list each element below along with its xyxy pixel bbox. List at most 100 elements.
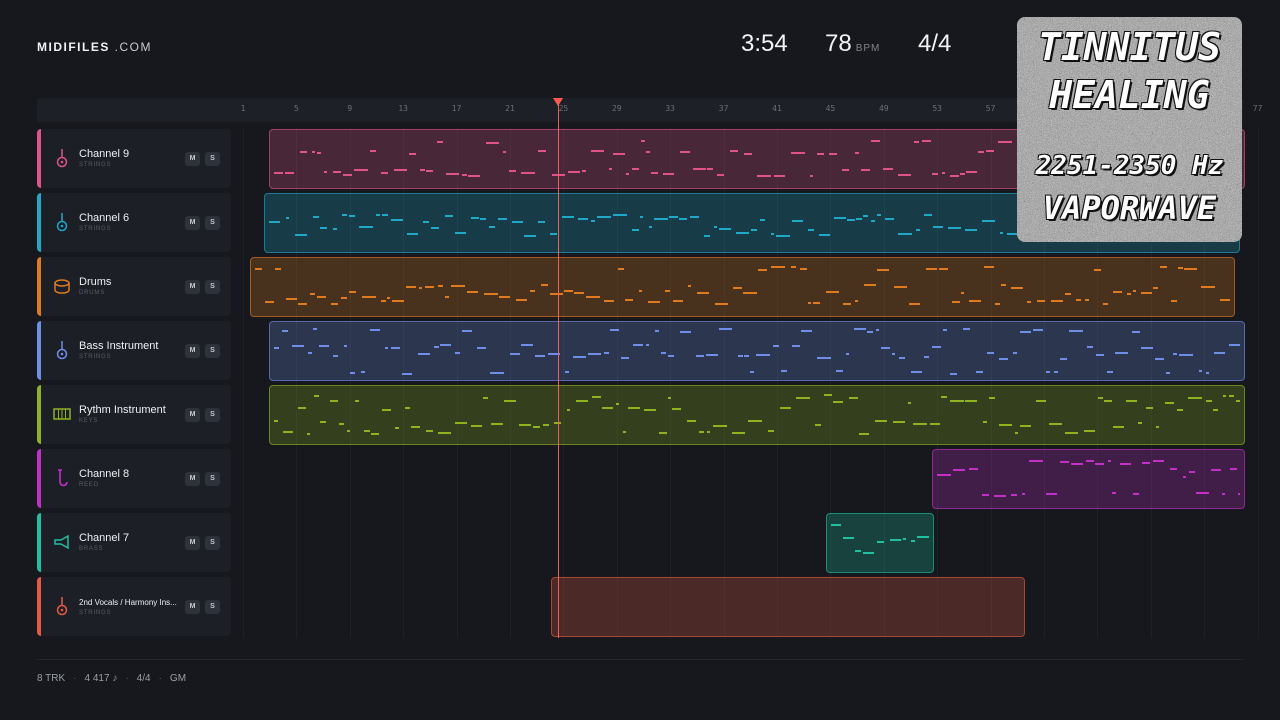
midi-note (961, 292, 964, 294)
midi-note (796, 397, 810, 399)
track-category: STRINGS (79, 162, 112, 168)
midi-note (1223, 395, 1226, 397)
solo-button[interactable]: S (205, 280, 220, 294)
site-logo[interactable]: MIDIFILES .COM (37, 40, 152, 54)
track-header[interactable]: Channel 9 STRINGS M S (37, 129, 231, 188)
midi-note (890, 539, 901, 541)
midi-note (331, 303, 338, 305)
solo-button[interactable]: S (205, 344, 220, 358)
midi-note (339, 423, 344, 425)
track-clip[interactable] (551, 577, 1025, 637)
solo-button[interactable]: S (205, 152, 220, 166)
solo-button[interactable]: S (205, 600, 220, 614)
midi-note (917, 536, 929, 538)
track-clip[interactable] (269, 321, 1245, 381)
midi-note (425, 286, 434, 288)
midi-note (632, 168, 639, 170)
midi-note (966, 171, 977, 173)
midi-note (567, 409, 570, 411)
logo-brand: MIDIFILES (37, 40, 110, 54)
midi-note (618, 268, 624, 270)
midi-note (913, 423, 927, 425)
midi-note (757, 175, 771, 177)
midi-note (1113, 291, 1122, 293)
midi-note (817, 357, 831, 359)
midi-note (298, 303, 307, 305)
track-clip[interactable] (269, 385, 1245, 445)
midi-note (640, 216, 643, 218)
midi-note (750, 371, 754, 373)
midi-notes (274, 394, 1240, 435)
mute-button[interactable]: M (185, 536, 200, 550)
midi-note (950, 373, 957, 375)
midi-note (926, 268, 937, 270)
mute-button[interactable]: M (185, 600, 200, 614)
midi-note (771, 233, 774, 235)
midi-note (963, 328, 970, 330)
midi-note (592, 396, 601, 398)
midi-note (319, 345, 329, 347)
midi-note (693, 168, 706, 170)
midi-note (1013, 352, 1017, 354)
solo-button[interactable]: S (205, 472, 220, 486)
solo-button[interactable]: S (205, 408, 220, 422)
track-header[interactable]: Bass Instrument STRINGS M S (37, 321, 231, 380)
mute-button[interactable]: M (185, 152, 200, 166)
midi-note (426, 170, 433, 172)
track-clip[interactable] (932, 449, 1245, 509)
track-clip[interactable] (826, 513, 934, 573)
midi-note (994, 495, 1006, 497)
midi-note (521, 172, 535, 174)
midi-note (521, 344, 533, 346)
track-name: Channel 6 (79, 212, 130, 224)
midi-note (881, 347, 890, 349)
midi-note (394, 169, 407, 171)
midi-note (387, 297, 390, 299)
mute-button[interactable]: M (185, 216, 200, 230)
midi-note (582, 170, 586, 172)
ruler-tick: 9 (347, 104, 353, 113)
playhead-line[interactable] (558, 104, 559, 638)
midi-note (274, 347, 279, 349)
mute-button[interactable]: M (185, 344, 200, 358)
midi-note (952, 301, 960, 303)
track-header[interactable]: Rythm Instrument KEYS M S (37, 385, 231, 444)
mute-button[interactable]: M (185, 472, 200, 486)
midi-note (792, 345, 800, 347)
midi-note (817, 153, 824, 155)
midi-note (863, 215, 868, 217)
midi-note (1108, 460, 1111, 462)
midi-note (932, 173, 938, 175)
midi-note (982, 220, 995, 222)
midi-note (471, 425, 482, 427)
midi-note (748, 420, 762, 422)
midi-note (382, 409, 391, 411)
midi-note (871, 140, 880, 142)
track-name: Bass Instrument (79, 340, 159, 352)
midi-note (602, 407, 613, 409)
solo-button[interactable]: S (205, 216, 220, 230)
midi-note (1222, 493, 1225, 495)
midi-note (953, 469, 965, 471)
midi-note (846, 353, 849, 355)
midi-note (344, 345, 347, 347)
ruler-tick: 37 (718, 104, 729, 113)
track-header[interactable]: Drums DRUMS M S (37, 257, 231, 316)
midi-note (1160, 266, 1167, 268)
track-color-bar (37, 385, 41, 444)
track-clip[interactable] (250, 257, 1235, 317)
track-category: DRUMS (79, 290, 105, 296)
solo-button[interactable]: S (205, 536, 220, 550)
midi-note (849, 397, 858, 399)
track-header[interactable]: Channel 6 STRINGS M S (37, 193, 231, 252)
track-header[interactable]: Channel 7 BRASS M S (37, 513, 231, 572)
midi-note (1113, 426, 1124, 428)
midi-note (355, 400, 359, 402)
mute-button[interactable]: M (185, 280, 200, 294)
midi-note (1196, 492, 1209, 494)
track-header[interactable]: 2nd Vocals / Harmony Ins... STRINGS M S (37, 577, 231, 636)
midi-note (791, 152, 805, 154)
midi-note (976, 371, 983, 373)
mute-button[interactable]: M (185, 408, 200, 422)
track-header[interactable]: Channel 8 REED M S (37, 449, 231, 508)
